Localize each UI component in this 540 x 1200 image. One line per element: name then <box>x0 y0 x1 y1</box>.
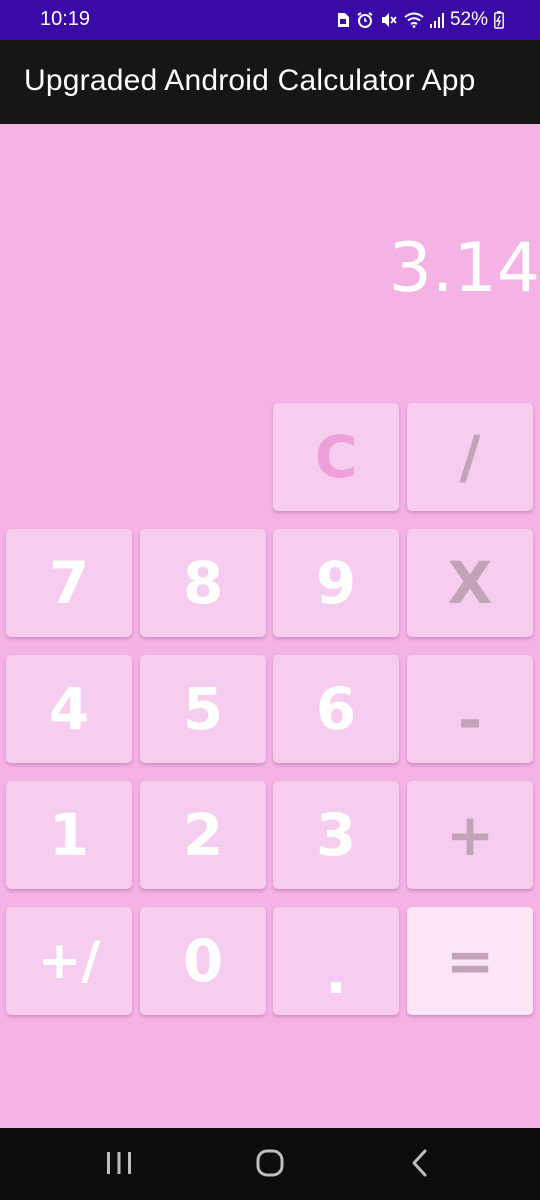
sign-toggle-button[interactable]: +/ <box>6 907 132 1015</box>
status-icons: 52% <box>336 7 504 33</box>
two-button[interactable]: 2 <box>140 781 266 889</box>
wifi-icon <box>404 12 424 28</box>
subtract-button[interactable]: - <box>407 655 533 763</box>
navigation-bar <box>0 1128 540 1200</box>
add-button[interactable]: + <box>407 781 533 889</box>
home-icon[interactable] <box>255 1148 285 1178</box>
divide-button[interactable]: / <box>407 403 533 511</box>
eight-button[interactable]: 8 <box>140 529 266 637</box>
decimal-button[interactable]: . <box>273 907 399 1015</box>
five-button[interactable]: 5 <box>140 655 266 763</box>
zero-button[interactable]: 0 <box>140 907 266 1015</box>
multiply-button[interactable]: X <box>407 529 533 637</box>
nine-button[interactable]: 9 <box>273 529 399 637</box>
one-button[interactable]: 1 <box>6 781 132 889</box>
three-button[interactable]: 3 <box>273 781 399 889</box>
calculator-main: 3.14 C / 7 8 9 X 4 5 6 - 1 2 3 + +/ 0 . … <box>0 124 540 1128</box>
sim-icon <box>337 13 349 27</box>
battery-icon <box>494 11 504 29</box>
seven-button[interactable]: 7 <box>6 529 132 637</box>
alarm-icon <box>357 12 373 28</box>
four-button[interactable]: 4 <box>6 655 132 763</box>
app-title: Upgraded Android Calculator App <box>24 64 476 97</box>
clear-button[interactable]: C <box>273 403 399 511</box>
equals-button[interactable]: = <box>407 907 533 1015</box>
signal-icon <box>429 13 444 28</box>
status-bar: 10:19 52% <box>0 0 540 40</box>
battery-percent: 52% <box>449 9 488 30</box>
result-display: 3.14 <box>388 229 540 308</box>
mute-icon <box>381 13 397 27</box>
six-button[interactable]: 6 <box>273 655 399 763</box>
status-time: 10:19 <box>40 8 91 30</box>
app-bar: Upgraded Android Calculator App <box>0 40 540 124</box>
recents-icon[interactable] <box>106 1148 132 1178</box>
back-icon[interactable] <box>408 1148 432 1178</box>
